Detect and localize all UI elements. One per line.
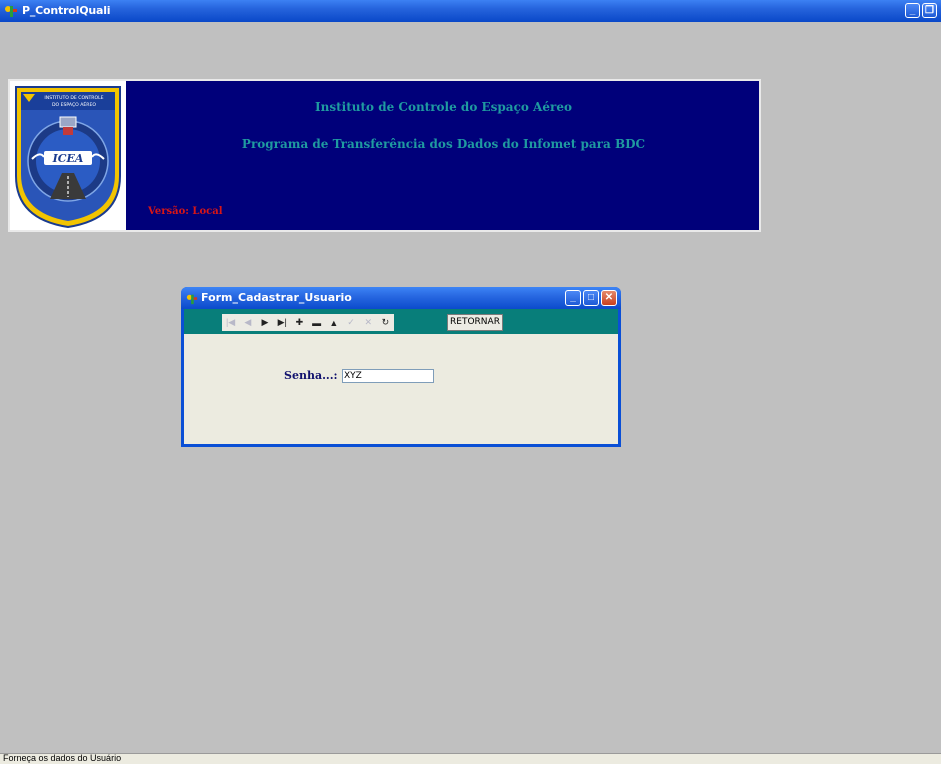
app-titlebar[interactable]: P_ControlQuali _ ❐ [0,0,941,22]
db-navigator: |◀ ◀ ▶ ▶| ✚ ▬ ▲ ✓ ✕ ↻ [222,314,394,331]
form-window-controls: _ □ ✕ [565,290,617,306]
retornar-button[interactable]: RETORNAR [447,314,503,331]
form-titlebar[interactable]: Form_Cadastrar_Usuario _ □ ✕ [181,287,621,309]
app-window-controls: _ ❐ [905,3,937,18]
prior-icon[interactable]: ◀ [239,314,256,331]
banner-institute-title: Instituto de Controle do Espaço Aéreo [315,100,572,114]
cancel-icon[interactable]: ✕ [360,314,377,331]
header-banner: INSTITUTO DE CONTROLE DO ESPAÇO AÉREO IC… [8,79,761,232]
form-maximize-button[interactable]: □ [583,290,599,306]
first-icon[interactable]: |◀ [222,314,239,331]
svg-text:ICEA: ICEA [52,152,84,165]
insert-icon[interactable]: ✚ [291,314,308,331]
post-icon[interactable]: ✓ [342,314,359,331]
form-close-button[interactable]: ✕ [601,290,617,306]
icea-emblem-icon: INSTITUTO DE CONTROLE DO ESPAÇO AÉREO IC… [15,86,121,229]
status-bar: Forneça os dados do Usuário [0,753,941,764]
senha-label: Senha...: [284,369,338,382]
form-body: Senha...: XYZ [184,334,618,444]
last-icon[interactable]: ▶| [274,314,291,331]
banner-program-title: Programa de Transferência dos Dados do I… [241,137,646,151]
app-icon[interactable] [4,4,18,23]
status-text: Forneça os dados do Usuário [3,753,122,763]
form-title: Form_Cadastrar_Usuario [201,291,352,304]
icea-logo: INSTITUTO DE CONTROLE DO ESPAÇO AÉREO IC… [10,81,126,230]
version-label: Versão: Local [148,206,223,217]
form-minimize-button[interactable]: _ [565,290,581,306]
next-icon[interactable]: ▶ [256,314,273,331]
form-cadastrar-usuario-window: Form_Cadastrar_Usuario _ □ ✕ |◀ ◀ ▶ ▶| ✚… [181,287,621,447]
senha-input[interactable]: XYZ [342,369,434,383]
edit-icon[interactable]: ▲ [325,314,342,331]
form-toolbar: |◀ ◀ ▶ ▶| ✚ ▬ ▲ ✓ ✕ ↻ RETORNAR [184,309,618,334]
delete-icon[interactable]: ▬ [308,314,325,331]
minimize-button[interactable]: _ [905,3,920,18]
form-app-icon[interactable] [186,292,198,310]
restore-button[interactable]: ❐ [922,3,937,18]
svg-text:INSTITUTO DE CONTROLE: INSTITUTO DE CONTROLE [44,95,103,101]
app-title: P_ControlQuali [22,4,111,17]
refresh-icon[interactable]: ↻ [377,314,394,331]
